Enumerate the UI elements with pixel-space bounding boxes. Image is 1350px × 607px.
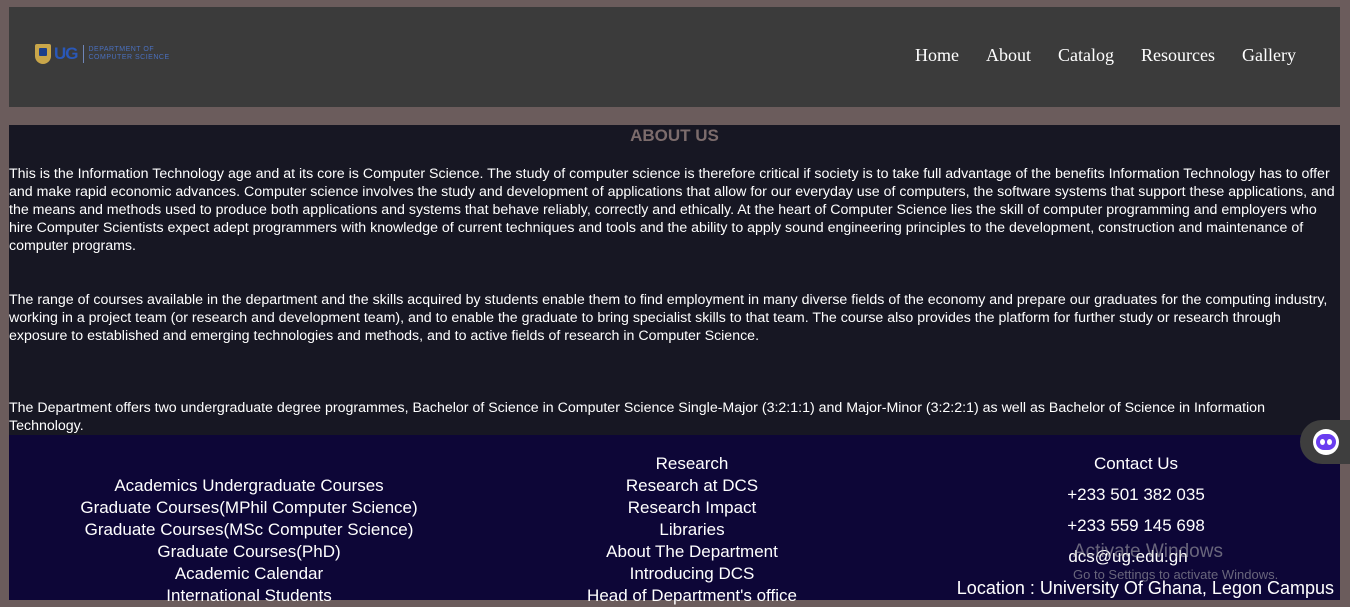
footer-link-introducing[interactable]: Introducing DCS: [492, 563, 892, 585]
chatbot-eye-right: [1327, 439, 1332, 445]
nav-home[interactable]: Home: [915, 45, 959, 66]
chatbot-icon: [1313, 429, 1339, 455]
site-logo[interactable]: UG DEPARTMENT OF COMPUTER SCIENCE: [35, 43, 195, 65]
contact-phone-1[interactable]: +233 501 382 035: [936, 484, 1336, 506]
footer-link-hod-office[interactable]: Head of Department's office: [492, 585, 892, 607]
footer-link-international[interactable]: International Students: [49, 585, 449, 607]
logo-dept-text: DEPARTMENT OF COMPUTER SCIENCE: [89, 46, 170, 62]
chatbot-eye-left: [1320, 439, 1325, 445]
main-nav: Home About Catalog Resources Gallery: [915, 45, 1296, 66]
logo-dept-line2: COMPUTER SCIENCE: [88, 54, 170, 61]
nav-gallery[interactable]: Gallery: [1242, 45, 1296, 66]
logo-dept-line1: DEPARTMENT OF: [88, 46, 155, 53]
footer-academics: Academics Undergraduate Courses Graduate…: [49, 475, 449, 607]
footer-link-about-dept[interactable]: About The Department: [492, 541, 892, 563]
footer-research-heading[interactable]: Research: [492, 453, 892, 475]
footer-link-research-impact[interactable]: Research Impact: [492, 497, 892, 519]
nav-catalog[interactable]: Catalog: [1058, 45, 1114, 66]
contact-title: Contact Us: [1093, 454, 1179, 473]
logo-divider: [82, 45, 84, 63]
activate-windows-watermark: Activate Windows Go to Settings to activ…: [1073, 541, 1278, 582]
site-header: UG DEPARTMENT OF COMPUTER SCIENCE Home A…: [9, 7, 1340, 107]
nav-about[interactable]: About: [986, 45, 1031, 66]
about-title: ABOUT US: [630, 126, 719, 145]
nav-resources[interactable]: Resources: [1141, 45, 1215, 66]
footer-research: Research Research at DCS Research Impact…: [492, 453, 892, 607]
about-paragraph-2: The range of courses available in the de…: [9, 292, 1328, 344]
footer-link-calendar[interactable]: Academic Calendar: [49, 563, 449, 585]
logo-abbr: UG: [54, 44, 78, 63]
footer-link-libraries[interactable]: Libraries: [492, 519, 892, 541]
watermark-line-2: Go to Settings to activate Windows.: [1073, 567, 1279, 582]
about-paragraph-1: This is the Information Technology age a…: [9, 166, 1335, 254]
crest-icon: [35, 44, 51, 64]
watermark-line-1: Activate Windows: [1073, 541, 1223, 562]
about-paragraph-3: The Department offers two undergraduate …: [9, 400, 1265, 434]
footer-link-undergrad[interactable]: Academics Undergraduate Courses: [49, 475, 449, 497]
about-section: ABOUT US This is the Information Technol…: [9, 125, 1340, 435]
footer-link-mphil[interactable]: Graduate Courses(MPhil Computer Science): [49, 497, 449, 519]
chat-assistant-button[interactable]: [1300, 420, 1350, 464]
contact-phone-2[interactable]: +233 559 145 698: [936, 515, 1336, 537]
footer-link-research-dcs[interactable]: Research at DCS: [492, 475, 892, 497]
footer-link-msc[interactable]: Graduate Courses(MSc Computer Science): [49, 519, 449, 541]
footer-link-phd[interactable]: Graduate Courses(PhD): [49, 541, 449, 563]
